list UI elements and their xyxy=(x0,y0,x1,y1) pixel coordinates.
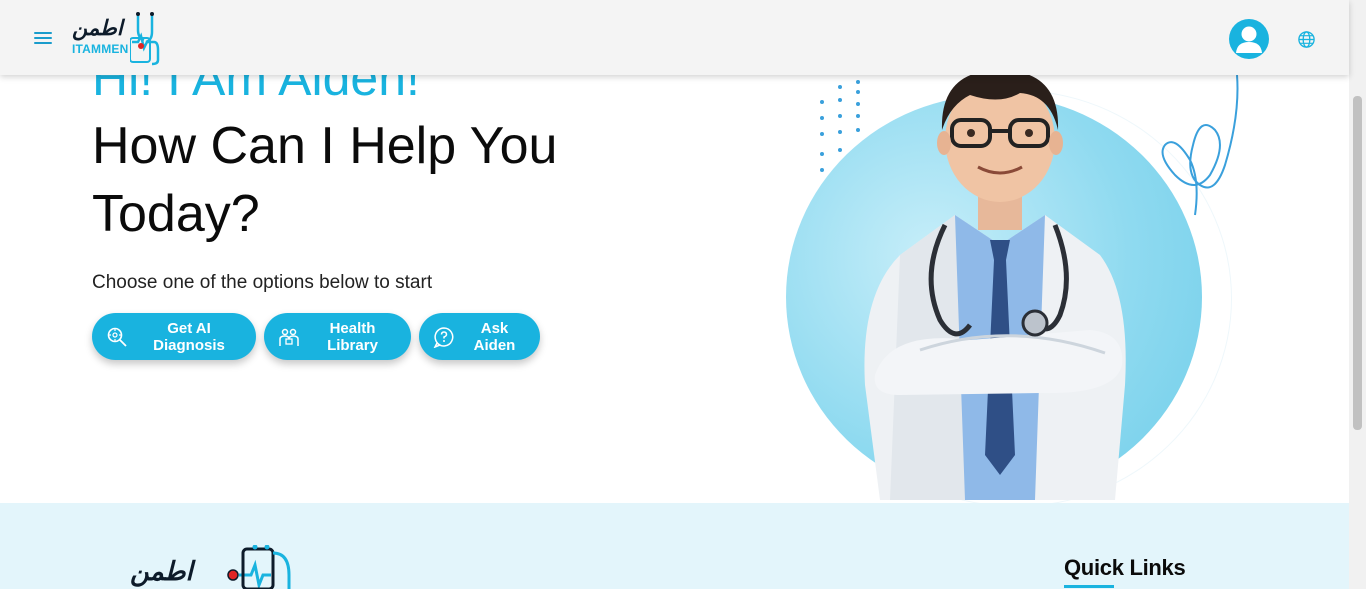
hero-subtitle: Choose one of the options below to start xyxy=(92,272,433,293)
top-header: اطمن ITAMMEN xyxy=(0,0,1349,75)
doctor-illustration xyxy=(864,75,1126,500)
page-scrollbar[interactable] xyxy=(1349,0,1366,589)
ai-diagnosis-icon xyxy=(107,327,127,347)
ask-aiden-label: Ask Aiden xyxy=(473,319,516,354)
decorative-squiggle xyxy=(1161,75,1239,216)
health-library-label: Health Library xyxy=(327,319,378,354)
stethoscope-logo-icon xyxy=(130,12,160,66)
site-logo[interactable]: اطمن ITAMMEN xyxy=(70,10,162,66)
ask-aiden-button[interactable]: Ask Aiden xyxy=(419,313,540,360)
stethoscope-logo-icon xyxy=(227,545,291,589)
logo-english-text: ITAMMEN xyxy=(72,42,129,56)
health-library-icon xyxy=(279,328,299,346)
globe-icon[interactable] xyxy=(1297,30,1316,49)
footer-logo[interactable]: اطمن xyxy=(130,545,300,589)
user-avatar-icon[interactable] xyxy=(1229,19,1269,59)
logo-arabic-text: اطمن xyxy=(72,16,123,40)
hamburger-menu-icon[interactable] xyxy=(34,30,54,46)
scrollbar-thumb[interactable] xyxy=(1353,96,1362,430)
footer: اطمن Quick Links xyxy=(0,503,1349,589)
quick-links-underline xyxy=(1064,585,1114,588)
hero-title: How Can I Help You Today? xyxy=(92,117,558,243)
get-ai-diagnosis-label: Get AI Diagnosis xyxy=(153,319,225,354)
footer-logo-arabic-text: اطمن xyxy=(130,557,193,587)
health-library-button[interactable]: Health Library xyxy=(264,313,411,360)
question-bubble-icon xyxy=(433,326,454,348)
quick-links-heading: Quick Links xyxy=(1064,555,1186,580)
get-ai-diagnosis-button[interactable]: Get AI Diagnosis xyxy=(92,313,256,360)
